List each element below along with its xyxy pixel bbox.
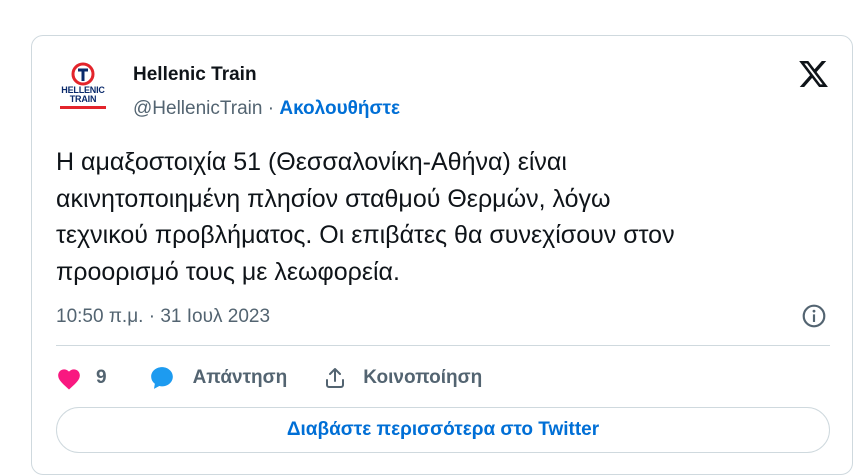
separator: · bbox=[267, 98, 275, 119]
upload-share-icon bbox=[326, 368, 345, 388]
handle[interactable]: @HellenicTrain bbox=[133, 98, 262, 119]
like-button[interactable]: 9 bbox=[56, 366, 107, 390]
follow-link[interactable]: Ακολουθήστε bbox=[279, 98, 400, 119]
reply-button[interactable]: Απάντηση bbox=[149, 365, 288, 391]
heart-icon bbox=[58, 369, 80, 390]
speech-bubble-icon bbox=[150, 367, 173, 389]
share-label: Κοινοποίηση bbox=[363, 367, 483, 388]
divider bbox=[56, 345, 830, 346]
like-count: 9 bbox=[96, 367, 107, 388]
embedded-tweet-card: HELLENIC TRAIN Hellenic Train @HellenicT… bbox=[31, 35, 853, 475]
hellenic-train-logo-icon bbox=[71, 62, 95, 86]
share-button[interactable]: Κοινοποίηση bbox=[323, 366, 482, 390]
tweet-text: Η αμαξοστοιχία 51 (Θεσσαλονίκη-Αθήνα) εί… bbox=[56, 148, 675, 286]
display-name[interactable]: Hellenic Train bbox=[133, 64, 257, 86]
handle-row: @HellenicTrain · Ακολουθήστε bbox=[133, 98, 400, 120]
timestamp[interactable]: 10:50 π.μ. · 31 Ιουλ 2023 bbox=[56, 306, 270, 328]
x-logo-icon[interactable] bbox=[797, 58, 830, 90]
reply-label: Απάντηση bbox=[192, 367, 288, 388]
avatar-brand-strip bbox=[60, 106, 106, 109]
info-icon[interactable] bbox=[801, 303, 827, 329]
action-bar: 9 Απάντηση Κοινοποίηση bbox=[56, 362, 482, 394]
read-more-button[interactable]: Διαβάστε περισσότερα στο Twitter bbox=[56, 407, 830, 453]
avatar-brand-line2: TRAIN bbox=[69, 94, 97, 104]
avatar[interactable]: HELLENIC TRAIN bbox=[56, 62, 110, 116]
